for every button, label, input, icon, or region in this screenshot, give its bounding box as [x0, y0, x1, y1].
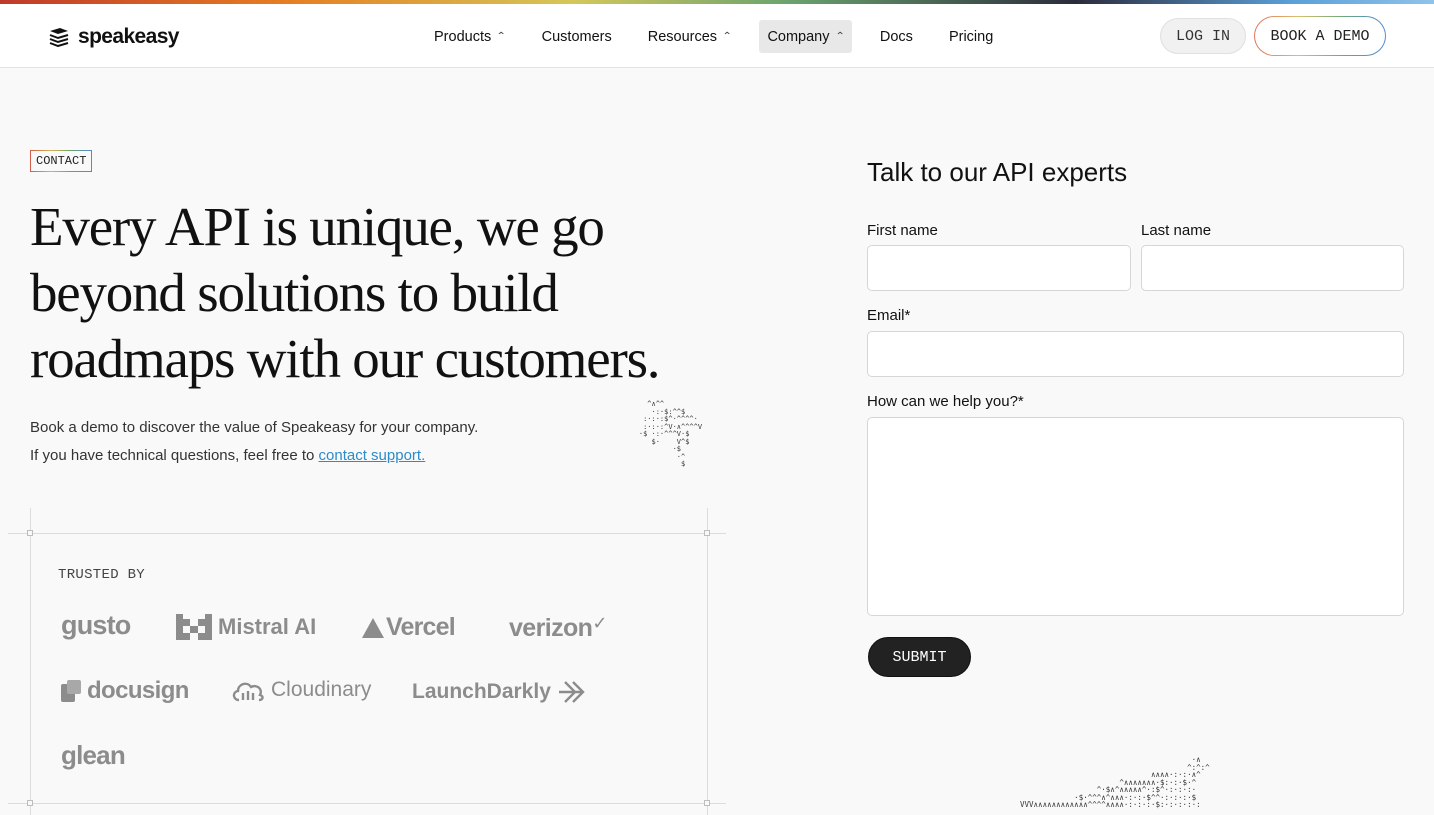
last-name-input[interactable] — [1141, 245, 1404, 291]
brand-name: speakeasy — [78, 25, 179, 48]
vercel-triangle-icon — [362, 617, 384, 638]
corner-marker — [704, 800, 710, 806]
hero-headline: Every API is unique, we go beyond soluti… — [30, 196, 661, 389]
docusign-logo: docusign — [61, 677, 189, 705]
main-nav: Products ⌃ Customers Resources ⌃ Company… — [426, 20, 1017, 53]
contact-support-link[interactable]: contact support. — [319, 447, 426, 464]
gusto-logo-text: gusto — [61, 610, 131, 640]
email-input[interactable] — [867, 331, 1404, 377]
gusto-logo: gusto — [61, 610, 131, 641]
nav-company[interactable]: Company ⌃ — [759, 20, 852, 53]
nav-customers-label: Customers — [541, 28, 612, 45]
hero-description: Book a demo to discover the value of Spe… — [30, 414, 478, 470]
submit-button[interactable]: SUBMIT — [868, 637, 971, 677]
glean-logo: glean — [61, 740, 126, 771]
verizon-logo-text: verizon — [509, 614, 593, 642]
ascii-art-decoration: ^∧^^ ·:·$:^^$ :·:·:$^·^^^^· :·:·:^V·∧^^^… — [638, 400, 703, 468]
docusign-logo-text: docusign — [87, 677, 189, 704]
nav-resources[interactable]: Resources ⌃ — [640, 20, 740, 53]
divider — [30, 508, 31, 815]
contact-tag: CONTACT — [30, 150, 93, 172]
description-line-1: Book a demo to discover the value of Spe… — [30, 419, 479, 436]
nav-docs-label: Docs — [879, 28, 913, 45]
divider — [707, 508, 708, 815]
corner-marker — [704, 530, 710, 536]
site-header: speakeasy Products ⌃ Customers Resources… — [0, 4, 1434, 68]
cloud-icon — [232, 682, 264, 702]
divider — [8, 533, 726, 534]
last-name-label: Last name — [1141, 222, 1212, 239]
form-title: Talk to our API experts — [867, 157, 1128, 187]
nav-pricing-label: Pricing — [948, 28, 994, 45]
corner-marker — [27, 530, 33, 536]
chevron-updown-icon: ⌃ — [834, 30, 845, 42]
cloudinary-logo-text: Cloudinary — [271, 678, 372, 701]
book-demo-label: BOOK A DEMO — [1255, 17, 1385, 55]
verizon-logo: verizon ✓ — [509, 613, 607, 643]
cloudinary-logo: Cloudinary — [231, 678, 371, 702]
message-label: How can we help you?* — [867, 393, 1024, 410]
first-name-input[interactable] — [867, 245, 1131, 291]
message-textarea[interactable] — [867, 417, 1404, 616]
ascii-art-decoration: ·∧ ^:^:^ ∧∧∧∧·:·:·∧^ ^∧∧∧∧∧∧∧·$:·:·$·^ ^… — [1020, 755, 1210, 809]
nav-products[interactable]: Products ⌃ — [426, 20, 514, 53]
corner-marker — [27, 800, 33, 806]
chevron-updown-icon: ⌃ — [722, 30, 733, 42]
speakeasy-logo[interactable]: speakeasy — [48, 24, 179, 50]
nav-docs[interactable]: Docs — [872, 20, 921, 53]
nav-company-label: Company — [767, 28, 830, 45]
email-label: Email* — [867, 307, 911, 324]
description-line-2: If you have technical questions, feel fr… — [30, 442, 478, 470]
nav-resources-label: Resources — [647, 28, 718, 45]
checkmark-icon: ✓ — [592, 613, 607, 633]
chevron-updown-icon: ⌃ — [496, 30, 507, 42]
arrow-right-icon — [558, 681, 585, 703]
nav-customers[interactable]: Customers — [534, 20, 620, 53]
logo-stack-icon — [49, 28, 69, 47]
book-demo-button[interactable]: BOOK A DEMO — [1254, 16, 1386, 56]
divider — [8, 803, 726, 804]
glean-logo-text: glean — [61, 740, 126, 770]
mistral-logo: Mistral AI — [176, 614, 316, 640]
mistral-m-icon — [176, 614, 212, 640]
vercel-logo: Vercel — [362, 613, 456, 642]
launchdarkly-logo: LaunchDarkly — [412, 679, 587, 705]
trusted-by-label: TRUSTED BY — [58, 567, 146, 583]
description-prefix: If you have technical questions, feel fr… — [30, 447, 319, 464]
docusign-mark-icon — [61, 680, 81, 702]
vercel-logo-text: Vercel — [386, 613, 456, 641]
first-name-label: First name — [867, 222, 938, 239]
launchdarkly-logo-text: LaunchDarkly — [412, 680, 551, 703]
mistral-logo-text: Mistral AI — [218, 614, 317, 639]
nav-pricing[interactable]: Pricing — [941, 20, 1001, 53]
nav-products-label: Products — [434, 28, 492, 45]
login-button[interactable]: LOG IN — [1160, 18, 1246, 54]
